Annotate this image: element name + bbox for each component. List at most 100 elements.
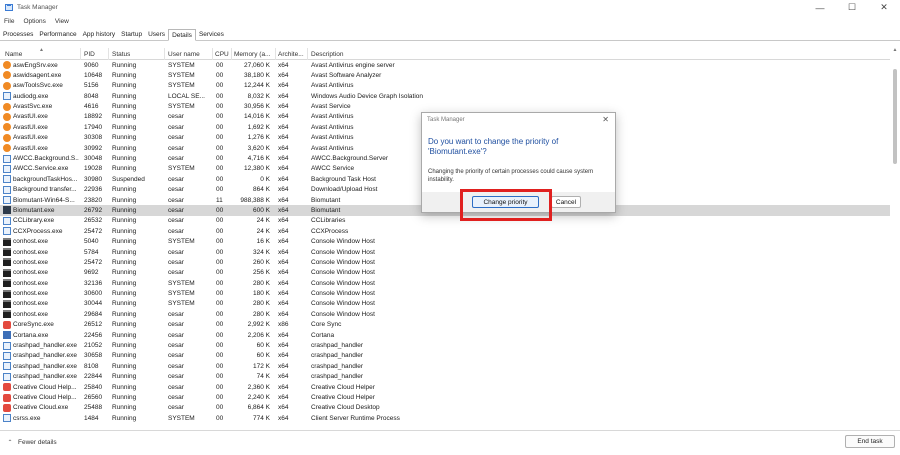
tab-app-history[interactable]: App history [80,29,119,41]
process-cpu: 00 [216,175,224,183]
column-divider[interactable] [231,48,232,60]
table-row[interactable]: Creative Cloud.exe 25488 Running cesar 00 6,8… [0,403,890,413]
table-row[interactable]: CCXProcess.exe 25472 Running cesar 00 24 K x64… [0,226,890,236]
end-task-button[interactable]: End task [845,435,895,448]
tab-processes[interactable]: Processes [0,29,36,41]
process-memory: 16 K [256,238,270,246]
close-button[interactable]: ✕ [868,0,900,15]
process-name: AWCC.Background.S... [13,155,79,163]
process-name: AvastSvc.exe [13,103,53,111]
process-status: Running [112,61,137,69]
process-architecture: x64 [278,196,289,204]
process-name: AvastUI.exe [13,134,48,142]
table-row[interactable]: crashpad_handler.exe 22844 Running cesar 00 7… [0,372,890,382]
table-row[interactable]: CoreSync.exe 26512 Running cesar 00 2,992 K x8… [0,320,890,330]
column-divider[interactable] [164,48,165,60]
column-divider[interactable] [275,48,276,60]
process-name: CoreSync.exe [13,321,54,329]
table-row[interactable]: conhost.exe 5040 Running SYSTEM 00 16 K x64 Con… [0,237,890,247]
column-header-pid[interactable]: PID [84,51,95,58]
fewer-details-link[interactable]: ⌃ Fewer details [5,438,56,446]
dialog-message: Changing the priority of certain process… [428,169,594,183]
tab-services[interactable]: Services [196,29,227,41]
table-row[interactable]: conhost.exe 5784 Running cesar 00 324 K x64 Con… [0,247,890,257]
column-divider[interactable] [80,48,81,60]
column-header-status[interactable]: Status [112,51,130,58]
table-row[interactable]: crashpad_handler.exe 8108 Running cesar 00 17… [0,361,890,371]
process-user: cesar [168,383,184,391]
column-header-architecture[interactable]: Archite... [278,51,304,58]
table-row[interactable]: crashpad_handler.exe 30658 Running cesar 00 6… [0,351,890,361]
process-cpu: 00 [216,92,224,100]
process-status: Running [112,217,137,225]
maximize-button[interactable]: ☐ [836,0,868,15]
column-divider[interactable] [108,48,109,60]
tab-details[interactable]: Details [168,29,196,41]
table-row[interactable]: aswToolsSvc.exe 5156 Running SYSTEM 00 12,244… [0,81,890,91]
process-cpu: 00 [216,404,224,412]
table-row[interactable]: AvastSvc.exe 4616 Running SYSTEM 00 30,956 K x… [0,102,890,112]
table-row[interactable]: Creative Cloud Help... 25840 Running cesar 0… [0,382,890,392]
process-architecture: x64 [278,383,289,391]
column-header-user-name[interactable]: User name [168,51,200,58]
column-header-memory[interactable]: Memory (a... [234,51,270,58]
tab-performance[interactable]: Performance [36,29,79,41]
table-row[interactable]: Creative Cloud Help... 26560 Running cesar 0… [0,393,890,403]
app-process-icon [3,175,11,184]
process-description: Avast Antivirus [311,82,354,90]
table-row[interactable]: Cortana.exe 22456 Running cesar 00 2,206 K x64… [0,330,890,340]
menu-view[interactable]: View [55,18,69,25]
vertical-scrollbar[interactable]: ▲ [891,47,899,427]
process-memory: 774 K [253,414,270,422]
process-pid: 1484 [84,414,99,422]
column-header-cpu[interactable]: CPU [215,51,229,58]
process-status: Running [112,82,137,90]
table-row[interactable]: conhost.exe 29684 Running cesar 00 280 K x64 Co… [0,309,890,319]
tab-startup[interactable]: Startup [118,29,145,41]
table-row[interactable]: audiodg.exe 8048 Running LOCAL SE... 00 8,032… [0,91,890,101]
table-row[interactable]: aswidsagent.exe 10648 Running SYSTEM 00 38,18… [0,70,890,80]
process-user: cesar [168,258,184,266]
process-pid: 5156 [84,82,99,90]
column-divider[interactable] [307,48,308,60]
minimize-button[interactable]: — [804,0,836,15]
process-pid: 9060 [84,61,99,69]
tab-users[interactable]: Users [145,29,168,41]
table-row[interactable]: CCLibrary.exe 26532 Running cesar 00 24 Kx64 C… [0,216,890,226]
table-row[interactable]: csrss.exe 1484 Running SYSTEM 00 774 K x64 Clie… [0,413,890,423]
process-architecture: x64 [278,217,289,225]
process-memory: 24 K [256,217,270,225]
process-status: Running [112,290,137,298]
menu-options[interactable]: Options [23,18,45,25]
table-row[interactable]: conhost.exe 30044 Running SYSTEM 00 280 K x64 C… [0,299,890,309]
process-name: Biomutant.exe [13,206,55,214]
scroll-up-arrow-icon[interactable]: ▲ [891,47,899,55]
column-header-name[interactable]: Name [5,51,22,58]
column-header-description[interactable]: Description [311,51,344,58]
dialog-close-icon[interactable]: ✕ [602,115,609,124]
process-pid: 4616 [84,103,99,111]
table-row[interactable]: conhost.exe 32136 Running SYSTEM 00 280 K x64 C… [0,278,890,288]
process-user: cesar [168,373,184,381]
process-memory: 324 K [253,248,270,256]
process-status: Running [112,414,137,422]
process-pid: 5040 [84,238,99,246]
column-divider[interactable] [212,48,213,60]
process-user: SYSTEM [168,300,195,308]
app-process-icon [3,341,11,350]
table-row[interactable]: aswEngSrv.exe 9060 Running SYSTEM 00 27,060 K… [0,60,890,70]
table-row[interactable]: conhost.exe 30600 Running SYSTEM 00 180 K x64 C… [0,289,890,299]
table-row[interactable]: crashpad_handler.exe 21052 Running cesar 00 6… [0,341,890,351]
table-row[interactable]: conhost.exe 9692 Running cesar 00 256 K x64 Con… [0,268,890,278]
process-cpu: 00 [216,155,224,163]
menu-file[interactable]: File [4,18,14,25]
process-user: cesar [168,134,184,142]
cancel-button[interactable]: Cancel [551,196,581,208]
process-memory: 8,032 K [247,92,270,100]
scrollbar-thumb[interactable] [893,69,897,164]
process-architecture: x64 [278,342,289,350]
chevron-up-icon: ⌃ [7,439,13,446]
process-architecture: x64 [278,310,289,318]
cc-process-icon [3,393,11,402]
table-row[interactable]: conhost.exe 25472 Running cesar 00 260 K x64 Co… [0,257,890,267]
